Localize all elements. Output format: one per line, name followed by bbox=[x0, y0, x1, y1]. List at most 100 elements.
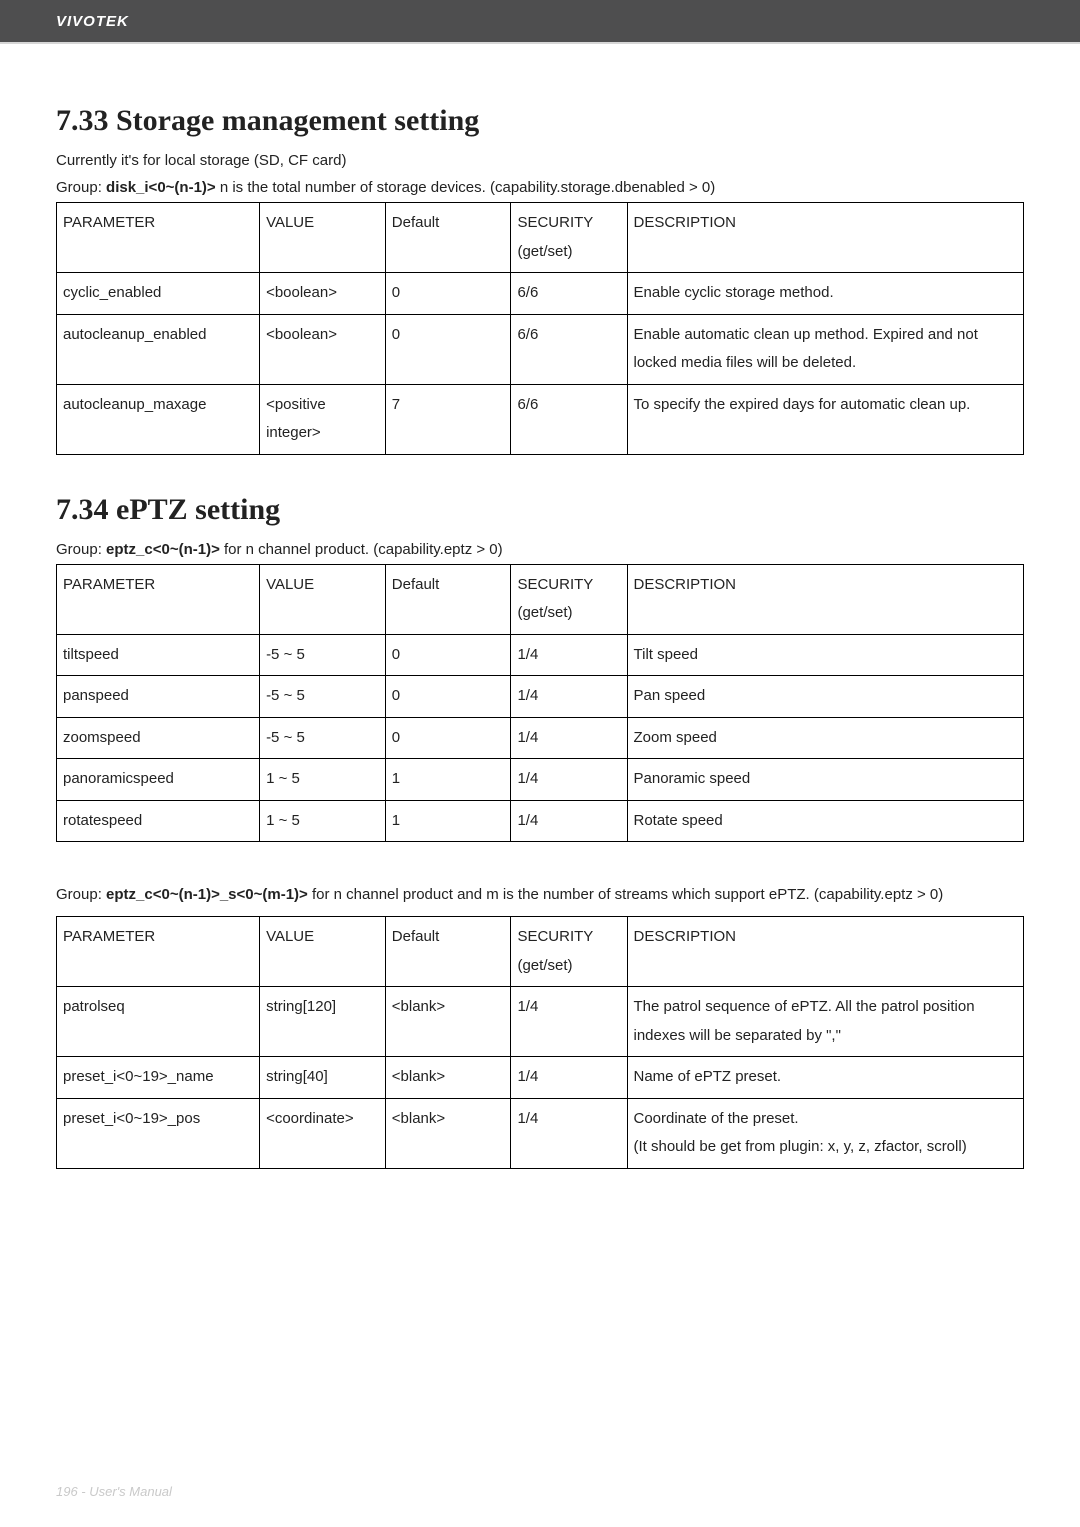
cell-value: string[120] bbox=[260, 987, 386, 1057]
cell-desc: Panoramic speed bbox=[627, 759, 1024, 801]
cell-value: <coordinate> bbox=[260, 1098, 386, 1168]
footer-page-label: 196 - User's Manual bbox=[56, 1484, 172, 1499]
group-bold: eptz_c<0~(n-1)>_s<0~(m-1)> bbox=[106, 886, 308, 903]
table-header-row: PARAMETER VALUE Default SECURITY (get/se… bbox=[57, 203, 1024, 273]
content-area: 7.33 Storage management setting Currentl… bbox=[0, 44, 1080, 1169]
intro-storage: Currently it's for local storage (SD, CF… bbox=[56, 152, 1024, 169]
th-description: DESCRIPTION bbox=[627, 203, 1024, 273]
cell-default: <blank> bbox=[385, 1098, 511, 1168]
table-row: panspeed -5 ~ 5 0 1/4 Pan speed bbox=[57, 676, 1024, 718]
th-parameter: PARAMETER bbox=[57, 203, 260, 273]
th-value: VALUE bbox=[260, 564, 386, 634]
group-bold: eptz_c<0~(n-1)> bbox=[106, 541, 220, 558]
table-row: panoramicspeed 1 ~ 5 1 1/4 Panoramic spe… bbox=[57, 759, 1024, 801]
table-header-row: PARAMETER VALUE Default SECURITY (get/se… bbox=[57, 564, 1024, 634]
cell-security: 1/4 bbox=[511, 800, 627, 842]
section-title-storage: 7.33 Storage management setting bbox=[56, 104, 1024, 138]
group-line-eptz1: Group: eptz_c<0~(n-1)> for n channel pro… bbox=[56, 541, 1024, 558]
cell-value: <boolean> bbox=[260, 273, 386, 315]
th-security: SECURITY (get/set) bbox=[511, 917, 627, 987]
cell-security: 6/6 bbox=[511, 314, 627, 384]
group-bold: disk_i<0~(n-1)> bbox=[106, 179, 216, 196]
cell-default: 0 bbox=[385, 676, 511, 718]
cell-value: 1 ~ 5 bbox=[260, 800, 386, 842]
th-parameter: PARAMETER bbox=[57, 564, 260, 634]
cell-param: panspeed bbox=[57, 676, 260, 718]
cell-security: 1/4 bbox=[511, 759, 627, 801]
cell-default: 0 bbox=[385, 634, 511, 676]
group-prefix: Group: bbox=[56, 886, 106, 903]
th-default: Default bbox=[385, 203, 511, 273]
cell-security: 1/4 bbox=[511, 1057, 627, 1099]
table-row: autocleanup_maxage <positive integer> 7 … bbox=[57, 384, 1024, 454]
table-row: zoomspeed -5 ~ 5 0 1/4 Zoom speed bbox=[57, 717, 1024, 759]
cell-desc: Enable cyclic storage method. bbox=[627, 273, 1024, 315]
header-bar: VIVOTEK bbox=[0, 0, 1080, 42]
cell-security: 1/4 bbox=[511, 634, 627, 676]
th-description: DESCRIPTION bbox=[627, 564, 1024, 634]
table-row: preset_i<0~19>_pos <coordinate> <blank> … bbox=[57, 1098, 1024, 1168]
group-suffix: for n channel product and m is the numbe… bbox=[308, 886, 943, 903]
cell-security: 1/4 bbox=[511, 987, 627, 1057]
table-row: cyclic_enabled <boolean> 0 6/6 Enable cy… bbox=[57, 273, 1024, 315]
th-security: SECURITY (get/set) bbox=[511, 203, 627, 273]
table-row: tiltspeed -5 ~ 5 0 1/4 Tilt speed bbox=[57, 634, 1024, 676]
th-parameter: PARAMETER bbox=[57, 917, 260, 987]
cell-value: <positive integer> bbox=[260, 384, 386, 454]
table-row: preset_i<0~19>_name string[40] <blank> 1… bbox=[57, 1057, 1024, 1099]
section-title-eptz: 7.34 ePTZ setting bbox=[56, 493, 1024, 527]
th-default: Default bbox=[385, 917, 511, 987]
cell-desc: Zoom speed bbox=[627, 717, 1024, 759]
cell-param: zoomspeed bbox=[57, 717, 260, 759]
cell-default: 7 bbox=[385, 384, 511, 454]
table-row: rotatespeed 1 ~ 5 1 1/4 Rotate speed bbox=[57, 800, 1024, 842]
cell-default: <blank> bbox=[385, 987, 511, 1057]
th-value: VALUE bbox=[260, 203, 386, 273]
table-header-row: PARAMETER VALUE Default SECURITY (get/se… bbox=[57, 917, 1024, 987]
cell-param: preset_i<0~19>_name bbox=[57, 1057, 260, 1099]
cell-value: string[40] bbox=[260, 1057, 386, 1099]
cell-value: -5 ~ 5 bbox=[260, 676, 386, 718]
cell-default: 1 bbox=[385, 759, 511, 801]
th-security: SECURITY (get/set) bbox=[511, 564, 627, 634]
cell-security: 1/4 bbox=[511, 676, 627, 718]
cell-desc: Pan speed bbox=[627, 676, 1024, 718]
group-suffix: n is the total number of storage devices… bbox=[216, 179, 716, 196]
param-table-storage: PARAMETER VALUE Default SECURITY (get/se… bbox=[56, 202, 1024, 455]
cell-default: 0 bbox=[385, 717, 511, 759]
cell-desc: The patrol sequence of ePTZ. All the pat… bbox=[627, 987, 1024, 1057]
cell-desc: Tilt speed bbox=[627, 634, 1024, 676]
cell-default: 0 bbox=[385, 273, 511, 315]
cell-desc: Rotate speed bbox=[627, 800, 1024, 842]
cell-param: panoramicspeed bbox=[57, 759, 260, 801]
table-row: autocleanup_enabled <boolean> 0 6/6 Enab… bbox=[57, 314, 1024, 384]
th-value: VALUE bbox=[260, 917, 386, 987]
cell-value: 1 ~ 5 bbox=[260, 759, 386, 801]
cell-default: <blank> bbox=[385, 1057, 511, 1099]
cell-security: 1/4 bbox=[511, 717, 627, 759]
cell-value: <boolean> bbox=[260, 314, 386, 384]
th-default: Default bbox=[385, 564, 511, 634]
group-prefix: Group: bbox=[56, 179, 106, 196]
table-row: patrolseq string[120] <blank> 1/4 The pa… bbox=[57, 987, 1024, 1057]
cell-security: 6/6 bbox=[511, 384, 627, 454]
cell-desc: To specify the expired days for automati… bbox=[627, 384, 1024, 454]
cell-param: tiltspeed bbox=[57, 634, 260, 676]
cell-param: rotatespeed bbox=[57, 800, 260, 842]
th-description: DESCRIPTION bbox=[627, 917, 1024, 987]
cell-desc: Name of ePTZ preset. bbox=[627, 1057, 1024, 1099]
param-table-eptz1: PARAMETER VALUE Default SECURITY (get/se… bbox=[56, 564, 1024, 843]
cell-value: -5 ~ 5 bbox=[260, 634, 386, 676]
cell-security: 1/4 bbox=[511, 1098, 627, 1168]
cell-desc: Enable automatic clean up method. Expire… bbox=[627, 314, 1024, 384]
cell-desc: Coordinate of the preset. (It should be … bbox=[627, 1098, 1024, 1168]
group-prefix: Group: bbox=[56, 541, 106, 558]
cell-security: 6/6 bbox=[511, 273, 627, 315]
cell-param: patrolseq bbox=[57, 987, 260, 1057]
group-suffix: for n channel product. (capability.eptz … bbox=[220, 541, 503, 558]
page: VIVOTEK 7.33 Storage management setting … bbox=[0, 0, 1080, 1527]
cell-param: autocleanup_maxage bbox=[57, 384, 260, 454]
cell-default: 1 bbox=[385, 800, 511, 842]
cell-param: preset_i<0~19>_pos bbox=[57, 1098, 260, 1168]
cell-value: -5 ~ 5 bbox=[260, 717, 386, 759]
